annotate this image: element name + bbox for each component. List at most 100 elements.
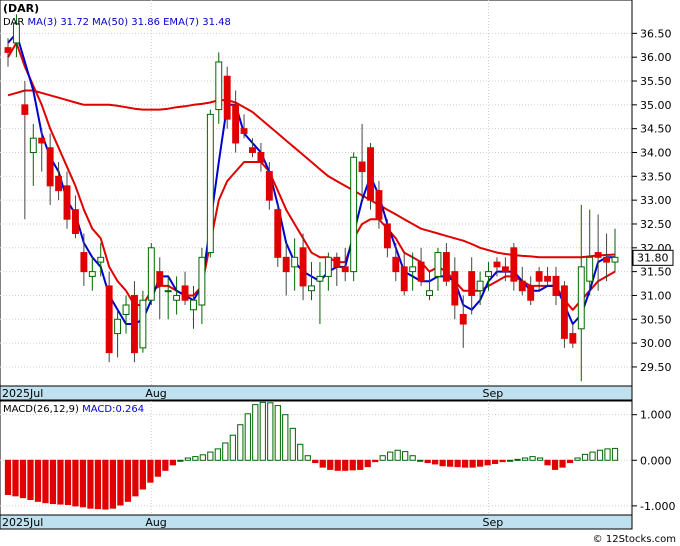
macd-bar-positive xyxy=(267,402,274,461)
candle-body xyxy=(282,256,290,273)
candle-body xyxy=(544,275,552,282)
macd-bar-negative xyxy=(102,459,109,510)
macd-bar-positive xyxy=(252,404,259,461)
macd-y-axis: 1.000 0.000 -1.000 xyxy=(632,409,675,513)
macd-bar-positive xyxy=(574,457,581,461)
price-tick-label: 32.50 xyxy=(640,218,672,231)
macd-bar-positive xyxy=(282,414,289,461)
candle-body xyxy=(88,271,96,277)
candle-up xyxy=(139,290,147,353)
candle-body xyxy=(459,314,467,325)
price-tick-label: 29.50 xyxy=(640,361,672,374)
macd-tick-label: 1.000 xyxy=(640,409,672,422)
candle-body xyxy=(38,137,46,144)
candle-body xyxy=(156,271,164,287)
candle-body xyxy=(147,247,155,301)
candle-body xyxy=(206,113,214,254)
macd-bar-negative xyxy=(499,459,506,463)
macd-bar-negative xyxy=(484,459,491,466)
macd-bar-positive xyxy=(192,456,199,461)
macd-bar-negative xyxy=(364,459,371,468)
candle-body xyxy=(367,147,374,201)
macd-bar-negative xyxy=(79,459,87,508)
candle-body xyxy=(299,247,307,287)
candle-body xyxy=(586,256,594,282)
macd-bar-negative xyxy=(491,459,499,464)
indicator-legend: DAR MA(3) 31.72 MA(50) 31.86 EMA(7) 31.4… xyxy=(3,17,231,28)
macd-legend-entry: MACD:0.264 xyxy=(79,404,144,415)
price-tick-label: 36.50 xyxy=(640,27,672,40)
price-tick-label: 30.00 xyxy=(640,337,672,350)
macd-bar-negative xyxy=(72,459,79,507)
macd-bar-negative xyxy=(424,459,431,464)
candle-body xyxy=(468,271,476,296)
last-price-tag: 31.80 xyxy=(632,249,674,266)
macd-bar-negative xyxy=(64,459,72,506)
macd-bar-negative xyxy=(27,459,34,500)
macd-bar-negative xyxy=(469,459,476,468)
candle-body xyxy=(308,285,315,292)
candle-body xyxy=(274,209,282,258)
macd-date-strip xyxy=(0,514,633,530)
candle-body xyxy=(485,271,492,277)
macd-bar-positive xyxy=(184,457,191,461)
macd-bar-positive xyxy=(581,453,589,461)
price-date-label: 2025Jul xyxy=(2,387,43,400)
macd-bar-negative xyxy=(132,459,139,497)
macd-bar-positive xyxy=(259,401,266,461)
macd-bar-negative xyxy=(372,459,379,463)
candle-body xyxy=(291,256,299,268)
macd-bar-negative xyxy=(447,459,454,467)
macd-bar-positive xyxy=(506,459,514,462)
candle-body xyxy=(324,256,332,277)
macd-bar-positive xyxy=(417,459,424,462)
candle-down xyxy=(274,204,282,267)
macd-date-label: 2025Jul xyxy=(2,516,43,529)
macd-bar-negative xyxy=(342,459,349,471)
macd-bar-positive xyxy=(402,451,409,461)
candle-body xyxy=(560,285,568,339)
macd-bar-negative xyxy=(432,459,439,465)
macd-bar-positive xyxy=(229,434,236,461)
price-tick-label: 35.50 xyxy=(640,75,672,88)
macd-bar-negative xyxy=(327,459,334,470)
candle-body xyxy=(594,252,602,258)
macd-bar-negative xyxy=(334,459,341,471)
price-tick-label: 33.00 xyxy=(640,194,672,207)
candle-body xyxy=(173,294,181,301)
candle-body xyxy=(392,256,400,273)
macd-bar-negative xyxy=(147,459,154,483)
macd-bar-negative xyxy=(559,459,566,468)
candle-body xyxy=(131,294,138,354)
candle-down xyxy=(223,66,231,129)
legend-entry: MA(50) 31.86 xyxy=(89,17,160,28)
candle-body xyxy=(21,104,29,115)
macd-bar-negative xyxy=(57,459,64,505)
macd-bar-positive xyxy=(199,454,206,461)
candle-body xyxy=(139,299,147,349)
macd-legend-text: MACD(26,12,9) MACD:0.264 xyxy=(3,404,144,415)
price-tick-label: 34.50 xyxy=(640,123,672,136)
candle-body xyxy=(215,61,223,111)
macd-bar-negative xyxy=(357,459,364,470)
candle-body xyxy=(190,299,197,311)
macd-bar-negative xyxy=(462,459,469,468)
price-y-axis: 36.50 36.00 35.50 35.00 34.50 34.00 33.50 33.00… xyxy=(632,27,672,374)
price-date-label: Aug xyxy=(145,387,166,400)
macd-bar-negative xyxy=(162,459,169,471)
candle-body xyxy=(611,256,619,263)
candle-down xyxy=(560,281,568,348)
macd-bar-negative xyxy=(544,459,551,466)
candle-body xyxy=(451,271,459,306)
candle-up xyxy=(206,109,214,258)
price-tick-label: 35.00 xyxy=(640,99,672,112)
macd-bar-negative xyxy=(34,459,42,502)
candle-body xyxy=(350,156,358,273)
macd-bar-negative xyxy=(117,459,124,506)
candle-up xyxy=(350,152,358,282)
candle-body xyxy=(501,266,509,273)
macd-date-label: Aug xyxy=(145,516,166,529)
macd-bar-negative xyxy=(566,459,574,464)
candle-body xyxy=(105,285,113,354)
macd-bar-positive xyxy=(274,405,281,461)
